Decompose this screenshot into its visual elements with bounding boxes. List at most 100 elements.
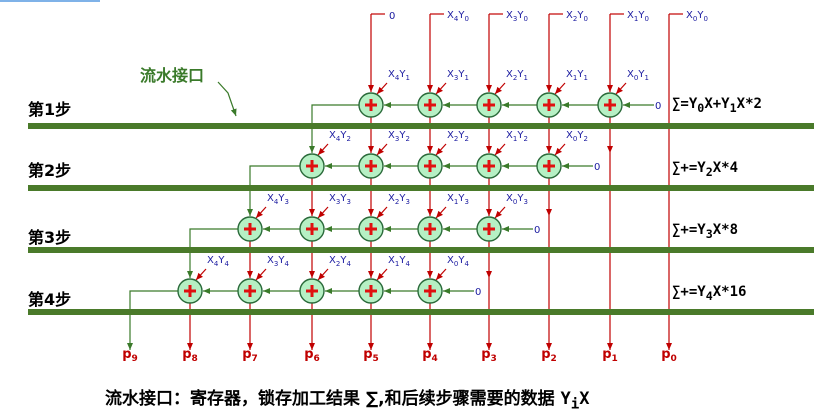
term-subscript: 0 bbox=[464, 15, 468, 23]
term-subscript: 4 bbox=[224, 260, 229, 268]
adder-r2-c5 bbox=[417, 153, 443, 179]
output-letter: p bbox=[541, 347, 550, 362]
term-input-arrow bbox=[376, 82, 388, 95]
formula-text: ∑+=Y bbox=[672, 222, 706, 238]
term-input-arrow bbox=[255, 268, 267, 281]
output-letter: p bbox=[363, 347, 372, 362]
adder-r1-c4 bbox=[358, 92, 384, 118]
formula-text: X*4 bbox=[712, 160, 739, 176]
top-input-term: X1Y0 bbox=[627, 10, 649, 23]
row1-term: X0Y1 bbox=[627, 69, 649, 82]
output-label-p6: p6 bbox=[304, 347, 320, 364]
term-input-arrow bbox=[376, 268, 388, 281]
pipeline-bar-2 bbox=[28, 185, 814, 191]
adder-r3-c4 bbox=[358, 216, 384, 242]
formula-text: X+Y bbox=[704, 96, 730, 112]
step-formula-2: ∑+=Y2X*4 bbox=[672, 160, 738, 179]
term-input-arrow bbox=[195, 268, 207, 281]
adder-r3-c5 bbox=[417, 216, 443, 242]
adder-r4-c1 bbox=[177, 278, 203, 304]
term-subscript: 3 bbox=[464, 198, 468, 206]
adder-r4-c2 bbox=[237, 278, 263, 304]
pipeline-multiplier-diagram: 0 X4Y0 X3Y0 X2Y0 X1Y0 X0Y0X4Y1 X3Y1 X2Y1 X1Y1 X0Y… bbox=[28, 10, 814, 364]
term-input-arrow bbox=[494, 143, 506, 156]
carry-down-line bbox=[127, 290, 178, 350]
top-input-term: X3Y0 bbox=[506, 10, 528, 23]
term-input-arrow bbox=[435, 143, 447, 156]
row4-term: X0Y4 bbox=[447, 255, 469, 268]
row1-term: X2Y1 bbox=[506, 69, 528, 82]
output-subscript: 9 bbox=[132, 354, 138, 364]
top-input-zero: 0 bbox=[389, 11, 395, 22]
formula-text: X*8 bbox=[712, 222, 739, 238]
output-label-p7: p7 bbox=[242, 347, 258, 364]
output-letter: p bbox=[602, 347, 611, 362]
formula-text: ∑=Y bbox=[672, 96, 698, 112]
row1-term: X3Y1 bbox=[447, 69, 469, 82]
output-label-p1: p1 bbox=[602, 347, 618, 364]
term-subscript: 0 bbox=[644, 15, 648, 23]
term-subscript: 4 bbox=[405, 260, 410, 268]
term-input-arrow bbox=[255, 206, 267, 219]
output-letter: p bbox=[242, 347, 251, 362]
row2-term: X1Y2 bbox=[506, 130, 528, 143]
step-label-4: 第4步 bbox=[28, 290, 72, 309]
formula-subscript: 1 bbox=[729, 100, 737, 115]
term-input-arrow bbox=[435, 268, 447, 281]
row3-term: X4Y3 bbox=[267, 193, 289, 206]
top-input-term: X2Y0 bbox=[566, 10, 588, 23]
row3-term: X3Y3 bbox=[329, 193, 351, 206]
output-letter: p bbox=[304, 347, 313, 362]
output-letter: p bbox=[661, 347, 670, 362]
adder-r4-c5 bbox=[417, 278, 443, 304]
adder-r1-c6 bbox=[476, 92, 502, 118]
pipeline-bar-1 bbox=[28, 123, 814, 129]
term-subscript: 1 bbox=[583, 74, 587, 82]
row2-term: X3Y2 bbox=[388, 130, 410, 143]
output-subscript: 3 bbox=[491, 354, 497, 364]
pipeline-bar-3 bbox=[28, 247, 814, 253]
adder-r4-c3 bbox=[299, 278, 325, 304]
row1-term: X4Y1 bbox=[388, 69, 410, 82]
output-subscript: 8 bbox=[192, 354, 198, 364]
output-subscript: 4 bbox=[432, 354, 438, 364]
adder-r2-c7 bbox=[536, 153, 562, 179]
row4-term: X1Y4 bbox=[388, 255, 410, 268]
term-input-arrow bbox=[376, 206, 388, 219]
output-label-p3: p3 bbox=[481, 347, 497, 364]
adder-r1-c7 bbox=[536, 92, 562, 118]
formula-text: ∑+=Y bbox=[672, 284, 706, 300]
pipeline-interface-label: 流水接口 bbox=[140, 66, 205, 85]
top-input-term: X4Y0 bbox=[447, 10, 469, 23]
term-input-arrow bbox=[554, 143, 566, 156]
term-input-arrow bbox=[376, 143, 388, 156]
row1-zero: 0 bbox=[655, 101, 661, 112]
top-input-term: X0Y0 bbox=[686, 10, 708, 23]
adder-r2-c4 bbox=[358, 153, 384, 179]
output-subscript: 7 bbox=[252, 354, 258, 364]
output-subscript: 0 bbox=[671, 354, 677, 364]
pipeline-label-arrow bbox=[217, 81, 237, 117]
term-subscript: 2 bbox=[464, 135, 468, 143]
term-subscript: 2 bbox=[405, 135, 409, 143]
term-subscript: 2 bbox=[583, 135, 587, 143]
carry-down-line bbox=[187, 228, 238, 278]
term-subscript: 4 bbox=[284, 260, 289, 268]
output-letter: p bbox=[481, 347, 490, 362]
term-subscript: 1 bbox=[644, 74, 648, 82]
formula-text: X*16 bbox=[712, 284, 747, 300]
step-formula-3: ∑+=Y3X*8 bbox=[672, 222, 738, 241]
term-subscript: 1 bbox=[405, 74, 409, 82]
output-label-p4: p4 bbox=[422, 347, 438, 364]
caption-var-sub: i bbox=[570, 396, 580, 413]
diagram-caption: 流水接口：寄存器，锁存加工结果 ∑,和后续步骤需要的数据 YiX bbox=[105, 384, 590, 412]
term-input-arrow bbox=[615, 82, 627, 95]
term-input-arrow bbox=[317, 268, 329, 281]
row3-term: X0Y3 bbox=[506, 193, 528, 206]
formula-text: ∑+=Y bbox=[672, 160, 706, 176]
caption-text: 流水接口：寄存器，锁存加工结果 ∑,和后续步骤需要的数据 bbox=[105, 389, 561, 409]
step-label-2: 第2步 bbox=[28, 161, 72, 180]
step-label-1: 第1步 bbox=[28, 100, 72, 119]
row2-term: X2Y2 bbox=[447, 130, 469, 143]
formula-subscript: 2 bbox=[705, 164, 713, 179]
